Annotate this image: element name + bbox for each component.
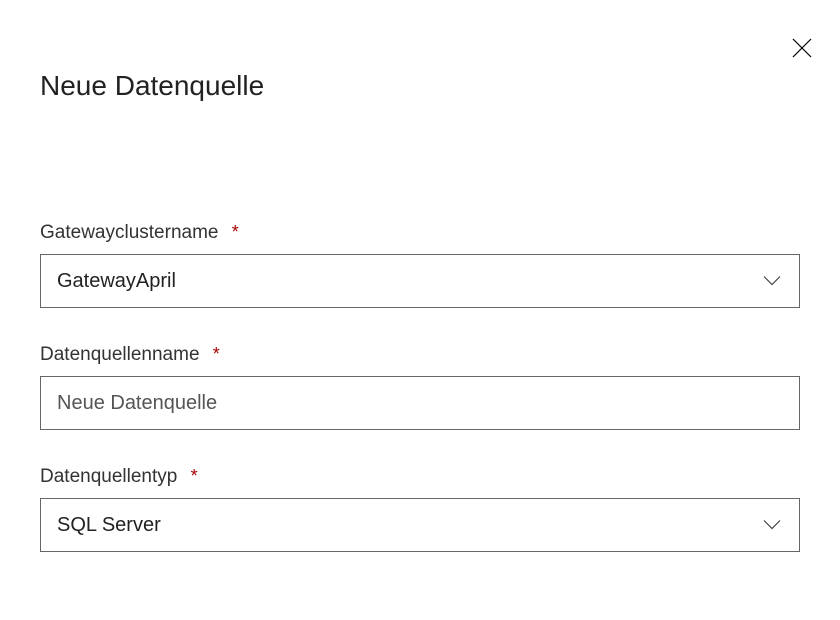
datasource-name-input[interactable] [57,392,783,415]
datasource-name-label: Datenquellenname * [40,344,800,366]
close-button[interactable] [788,36,816,64]
required-indicator: * [191,466,198,486]
required-indicator: * [232,222,239,242]
datasource-type-value: SQL Server [57,514,161,537]
chevron-down-icon [763,270,781,293]
datasource-name-label-text: Datenquellenname [40,344,200,365]
datasource-name-input-wrapper [40,376,800,430]
gateway-cluster-label: Gatewayclustername * [40,222,800,244]
gateway-cluster-value: GatewayApril [57,270,176,293]
datasource-type-field: Datenquellentyp * SQL Server [40,466,800,552]
datasource-type-select[interactable]: SQL Server [40,498,800,552]
datasource-type-label-text: Datenquellentyp [40,466,177,487]
datasource-type-label: Datenquellentyp * [40,466,800,488]
chevron-down-icon [763,514,781,537]
gateway-cluster-select[interactable]: GatewayApril [40,254,800,308]
new-datasource-panel: Neue Datenquelle Gatewayclustername * Ga… [0,0,840,552]
datasource-name-field: Datenquellenname * [40,344,800,430]
gateway-cluster-label-text: Gatewayclustername [40,222,218,243]
close-icon [791,37,813,64]
gateway-cluster-field: Gatewayclustername * GatewayApril [40,222,800,308]
page-title: Neue Datenquelle [40,70,800,102]
required-indicator: * [213,344,220,364]
